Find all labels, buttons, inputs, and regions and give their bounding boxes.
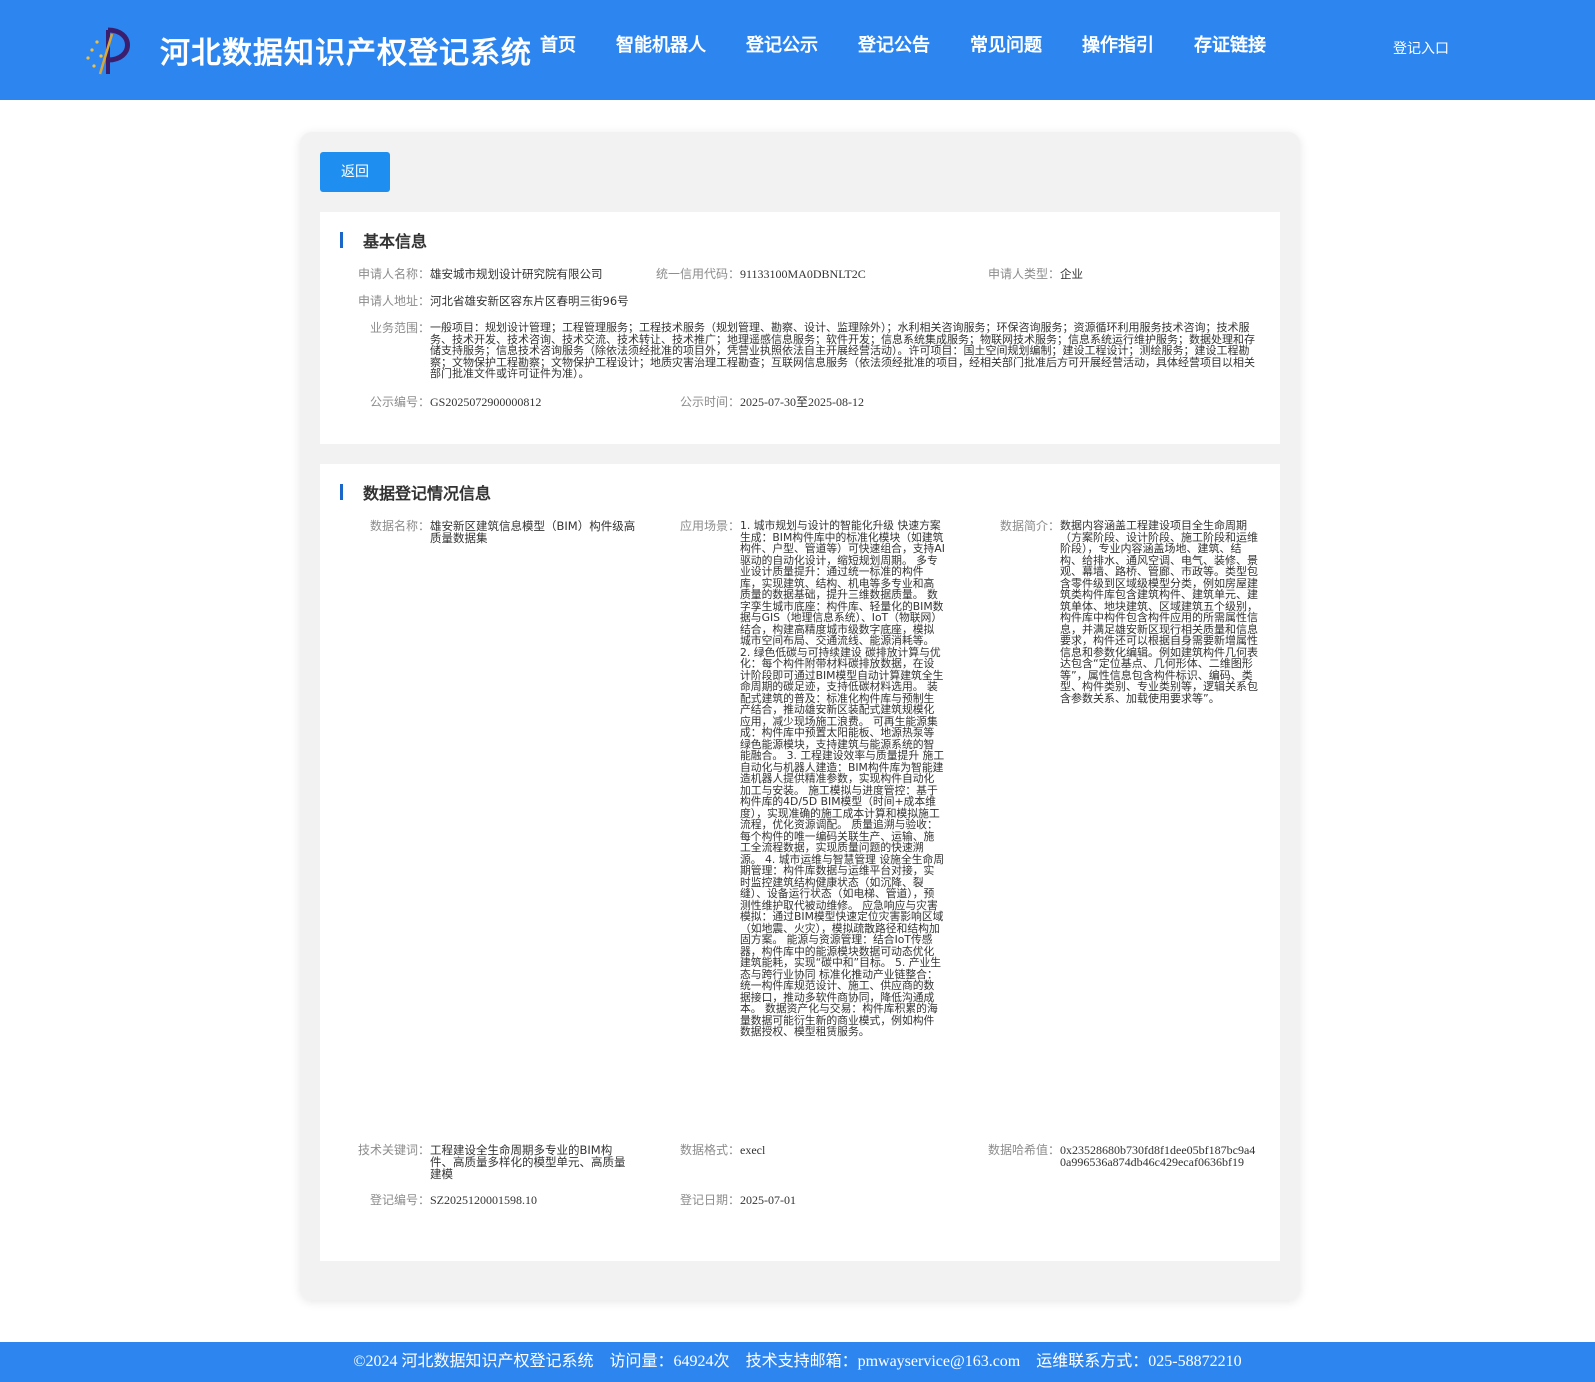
site-title: 河北数据知识产权登记系统: [160, 36, 532, 71]
detail-card: 返回 基本信息 申请人名称： 雄安城市规划设计研究院有限公司 统一信用代码： 9…: [300, 132, 1300, 1300]
site-logo-icon: [86, 27, 130, 75]
top-header: 河北数据知识产权登记系统 首页 智能机器人 登记公示 登记公告 常见问题 操作指…: [0, 0, 1595, 100]
business-scope-field: 业务范围： 一般项目：规划设计管理；工程管理服务；工程技术服务（规划管理、勘察、…: [369, 321, 1255, 380]
notice-time-field: 公示时间： 2025-07-30至2025-08-12: [679, 395, 864, 409]
nav-announcement[interactable]: 登记公告: [838, 32, 950, 60]
data-intro-field: 数据简介： 数据内容涵盖工程建设项目全生命周期（方案阶段、设计阶段、施工阶段和运…: [999, 519, 1258, 705]
section-marker: [340, 232, 343, 248]
back-button[interactable]: 返回: [320, 152, 390, 192]
data-hash-field: 数据哈希值： 0x23528680b730fd8f1dee05bf187bc9a…: [987, 1143, 1256, 1169]
data-format-field: 数据格式： execl: [679, 1143, 766, 1157]
nav-publicity[interactable]: 登记公示: [726, 32, 838, 60]
registration-no-field: 登记编号： SZ2025120001598.10: [369, 1193, 538, 1207]
application-scene-field: 应用场景： 1. 城市规划与设计的智能化升级 快速方案生成：BIM构件库中的标准…: [679, 519, 945, 1038]
credit-code-field: 统一信用代码： 91133100MA0DBNLT2C: [655, 267, 866, 281]
data-name-field: 数据名称： 雄安新区建筑信息模型（BIM）构件级高质量数据集: [369, 519, 636, 545]
page-footer: ©2024 河北数据知识产权登记系统 访问量：64924次 技术支持邮箱：pmw…: [0, 1342, 1595, 1382]
data-registration-section: 数据登记情况信息 数据名称： 雄安新区建筑信息模型（BIM）构件级高质量数据集 …: [320, 464, 1280, 1261]
notice-no-field: 公示编号： GS2025072900000812: [369, 395, 542, 409]
section-title: 数据登记情况信息: [363, 484, 492, 503]
nav-faq[interactable]: 常见问题: [950, 32, 1062, 60]
tech-keywords-field: 技术关键词： 工程建设全生命周期多专业的BIM构件、高质量多样化的模型单元、高质…: [357, 1143, 626, 1181]
nav-evidence-link[interactable]: 存证链接: [1174, 32, 1286, 60]
footer-contact: 运维联系方式：025-58872210: [1036, 1353, 1242, 1370]
registration-date-field: 登记日期： 2025-07-01: [679, 1193, 796, 1207]
footer-visits: 访问量：64924次: [609, 1353, 730, 1370]
section-title: 基本信息: [363, 232, 428, 251]
basic-info-section: 基本信息 申请人名称： 雄安城市规划设计研究院有限公司 统一信用代码： 9113…: [320, 212, 1280, 444]
applicant-name-field: 申请人名称： 雄安城市规划设计研究院有限公司: [357, 267, 603, 281]
login-entry-link[interactable]: 登记入口: [1393, 38, 1449, 58]
footer-support-email: 技术支持邮箱：pmwayservice@163.com: [745, 1353, 1021, 1370]
nav-robot[interactable]: 智能机器人: [596, 32, 726, 60]
nav-guide[interactable]: 操作指引: [1062, 32, 1174, 60]
applicant-type-field: 申请人类型： 企业: [987, 267, 1083, 281]
main-nav: 首页 智能机器人 登记公示 登记公告 常见问题 操作指引 存证链接: [520, 32, 1286, 60]
section-marker: [340, 484, 343, 500]
applicant-address-field: 申请人地址： 河北省雄安新区容东片区春明三街96号: [357, 294, 629, 308]
nav-home[interactable]: 首页: [520, 32, 596, 60]
footer-copyright: ©2024 河北数据知识产权登记系统: [353, 1353, 594, 1370]
